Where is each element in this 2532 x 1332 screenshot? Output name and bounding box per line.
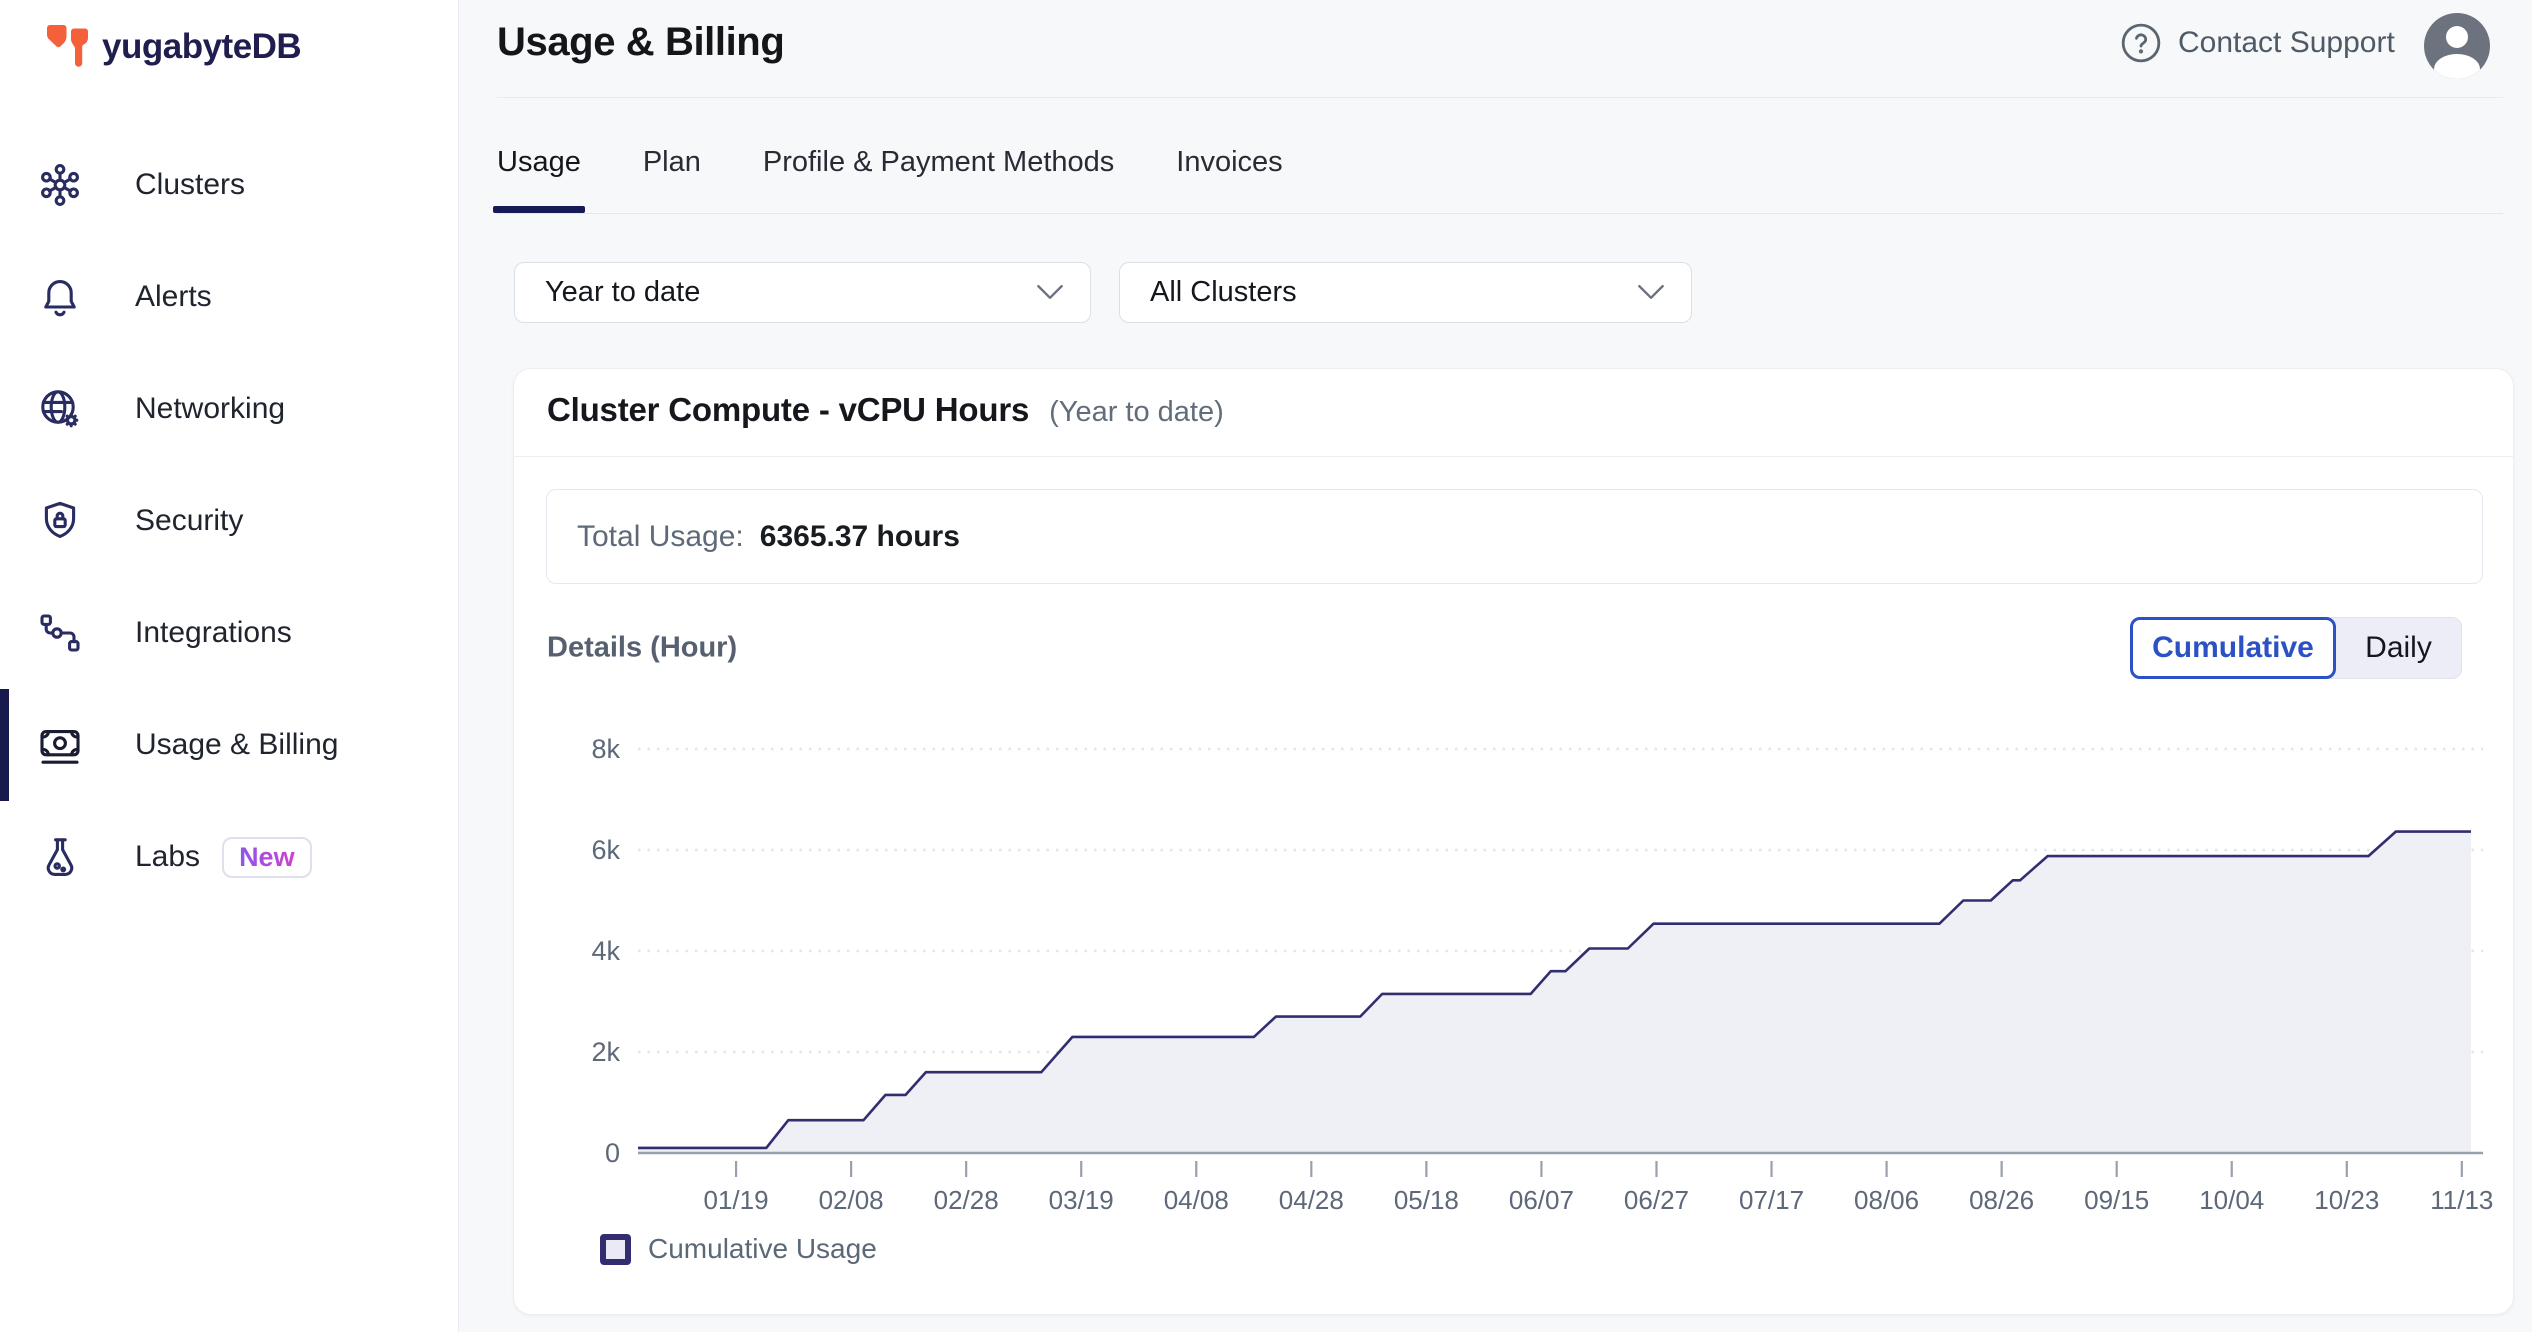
y-axis-label: 8k bbox=[591, 734, 620, 764]
y-axis-label: 2k bbox=[591, 1037, 620, 1067]
total-usage-box: Total Usage: 6365.37 hours bbox=[546, 489, 2483, 584]
x-axis-label: 09/15 bbox=[2084, 1185, 2149, 1215]
clusters-icon bbox=[36, 161, 84, 209]
x-axis-label: 10/04 bbox=[2199, 1185, 2264, 1215]
contact-support-label: Contact Support bbox=[2178, 26, 2395, 60]
date-range-select[interactable]: Year to date bbox=[514, 262, 1091, 323]
sidebar-item-label: LabsNew bbox=[135, 837, 312, 878]
x-axis-label: 02/08 bbox=[819, 1185, 884, 1215]
x-axis-label: 10/23 bbox=[2314, 1185, 2379, 1215]
tab-usage[interactable]: Usage bbox=[497, 130, 581, 213]
cluster-value: All Clusters bbox=[1150, 276, 1297, 309]
active-indicator bbox=[0, 129, 9, 241]
sidebar-item-alerts[interactable]: Alerts bbox=[0, 241, 459, 353]
tab-invoices[interactable]: Invoices bbox=[1176, 130, 1282, 213]
active-indicator bbox=[0, 801, 9, 913]
active-indicator bbox=[0, 353, 9, 465]
card-divider bbox=[514, 456, 2513, 457]
usage-chart[interactable]: 0 2k 4k 6k 8k 01/19 02/08 02/28 03/19 04/08 04/28 0… bbox=[561, 725, 2521, 1225]
tabs-divider bbox=[497, 213, 2503, 214]
date-range-value: Year to date bbox=[545, 276, 700, 309]
sidebar-item-integrations[interactable]: Integrations bbox=[0, 577, 459, 689]
view-toggle: CumulativeDaily bbox=[2130, 617, 2462, 679]
area-fill bbox=[638, 832, 2471, 1153]
header-divider bbox=[497, 97, 2503, 98]
user-avatar[interactable] bbox=[2424, 13, 2490, 79]
details-label: Details (Hour) bbox=[547, 632, 737, 665]
tab-plan[interactable]: Plan bbox=[643, 130, 701, 213]
help-icon bbox=[2120, 22, 2162, 64]
x-axis-label: 07/17 bbox=[1739, 1185, 1804, 1215]
legend-label: Cumulative Usage bbox=[648, 1233, 877, 1265]
brand-name: yugabyteDB bbox=[102, 27, 301, 67]
toggle-daily[interactable]: Daily bbox=[2328, 617, 2462, 679]
new-badge: New bbox=[222, 837, 312, 878]
avatar-head-icon bbox=[2446, 26, 2468, 48]
sidebar-item-label: Integrations bbox=[135, 616, 292, 650]
avatar-shoulders-icon bbox=[2434, 54, 2480, 79]
sidebar-item-label: Clusters bbox=[135, 168, 245, 202]
sidebar-item-networking[interactable]: Networking bbox=[0, 353, 459, 465]
usage-card: Cluster Compute - vCPU Hours (Year to da… bbox=[513, 368, 2514, 1315]
sidebar-item-labs[interactable]: LabsNew bbox=[0, 801, 459, 913]
sidebar-item-label: Alerts bbox=[135, 280, 212, 314]
chart-legend[interactable]: Cumulative Usage bbox=[600, 1233, 877, 1265]
cluster-select[interactable]: All Clusters bbox=[1119, 262, 1692, 323]
total-usage-value: 6365.37 hours bbox=[760, 520, 960, 554]
sidebar-item-label: Usage & Billing bbox=[135, 728, 338, 762]
legend-checkbox[interactable] bbox=[600, 1234, 631, 1265]
x-axis-label: 04/08 bbox=[1164, 1185, 1229, 1215]
sidebar-item-label: Networking bbox=[135, 392, 285, 426]
labs-icon bbox=[36, 833, 84, 881]
security-icon bbox=[36, 497, 84, 545]
x-axis-label: 08/06 bbox=[1854, 1185, 1919, 1215]
total-usage-label: Total Usage: bbox=[577, 520, 744, 554]
sidebar-item-label: Security bbox=[135, 504, 243, 538]
contact-support-button[interactable]: Contact Support bbox=[2120, 22, 2395, 64]
sidebar: yugabyteDB Clusters Alerts Networking Secur… bbox=[0, 0, 459, 1332]
usage-card-subtitle: (Year to date) bbox=[1049, 396, 1224, 429]
alerts-icon bbox=[36, 273, 84, 321]
y-axis-label: 4k bbox=[591, 936, 620, 966]
active-indicator bbox=[0, 577, 9, 689]
usage-billing-icon bbox=[36, 721, 84, 769]
usage-card-title: Cluster Compute - vCPU Hours bbox=[547, 391, 1029, 429]
sidebar-item-usage-billing[interactable]: Usage & Billing bbox=[0, 689, 459, 801]
x-axis-label: 06/27 bbox=[1624, 1185, 1689, 1215]
app-root: yugabyteDB Clusters Alerts Networking Secur… bbox=[0, 0, 2532, 1332]
integrations-icon bbox=[36, 609, 84, 657]
sidebar-item-security[interactable]: Security bbox=[0, 465, 459, 577]
x-axis-label: 01/19 bbox=[704, 1185, 769, 1215]
x-axis-label: 11/13 bbox=[2430, 1185, 2493, 1215]
page-title: Usage & Billing bbox=[497, 20, 784, 65]
y-axis-label: 0 bbox=[605, 1138, 620, 1168]
details-row: Details (Hour) CumulativeDaily bbox=[514, 617, 2513, 679]
x-axis-label: 06/07 bbox=[1509, 1185, 1574, 1215]
networking-icon bbox=[36, 385, 84, 433]
chevron-down-icon bbox=[1036, 284, 1064, 301]
active-indicator bbox=[0, 465, 9, 577]
usage-card-header: Cluster Compute - vCPU Hours (Year to da… bbox=[547, 391, 1224, 429]
x-axis-label: 02/28 bbox=[934, 1185, 999, 1215]
x-axis-label: 04/28 bbox=[1279, 1185, 1344, 1215]
x-axis-label: 03/19 bbox=[1049, 1185, 1114, 1215]
active-indicator bbox=[0, 689, 9, 801]
x-axis-label: 08/26 bbox=[1969, 1185, 2034, 1215]
toggle-cumulative[interactable]: Cumulative bbox=[2130, 617, 2336, 679]
sidebar-item-clusters[interactable]: Clusters bbox=[0, 129, 459, 241]
y-axis-label: 6k bbox=[591, 835, 620, 865]
brand-logo[interactable]: yugabyteDB bbox=[44, 22, 301, 72]
billing-tabs: Usage Plan Profile & Payment Methods Invoic… bbox=[497, 130, 1283, 213]
sidebar-nav: Clusters Alerts Networking Security Integrat… bbox=[0, 129, 459, 913]
x-axis-label: 05/18 bbox=[1394, 1185, 1459, 1215]
chevron-down-icon bbox=[1637, 284, 1665, 301]
tab-profile-payment-methods[interactable]: Profile & Payment Methods bbox=[763, 130, 1114, 213]
yugabyte-logo-icon bbox=[44, 22, 90, 72]
active-indicator bbox=[0, 241, 9, 353]
